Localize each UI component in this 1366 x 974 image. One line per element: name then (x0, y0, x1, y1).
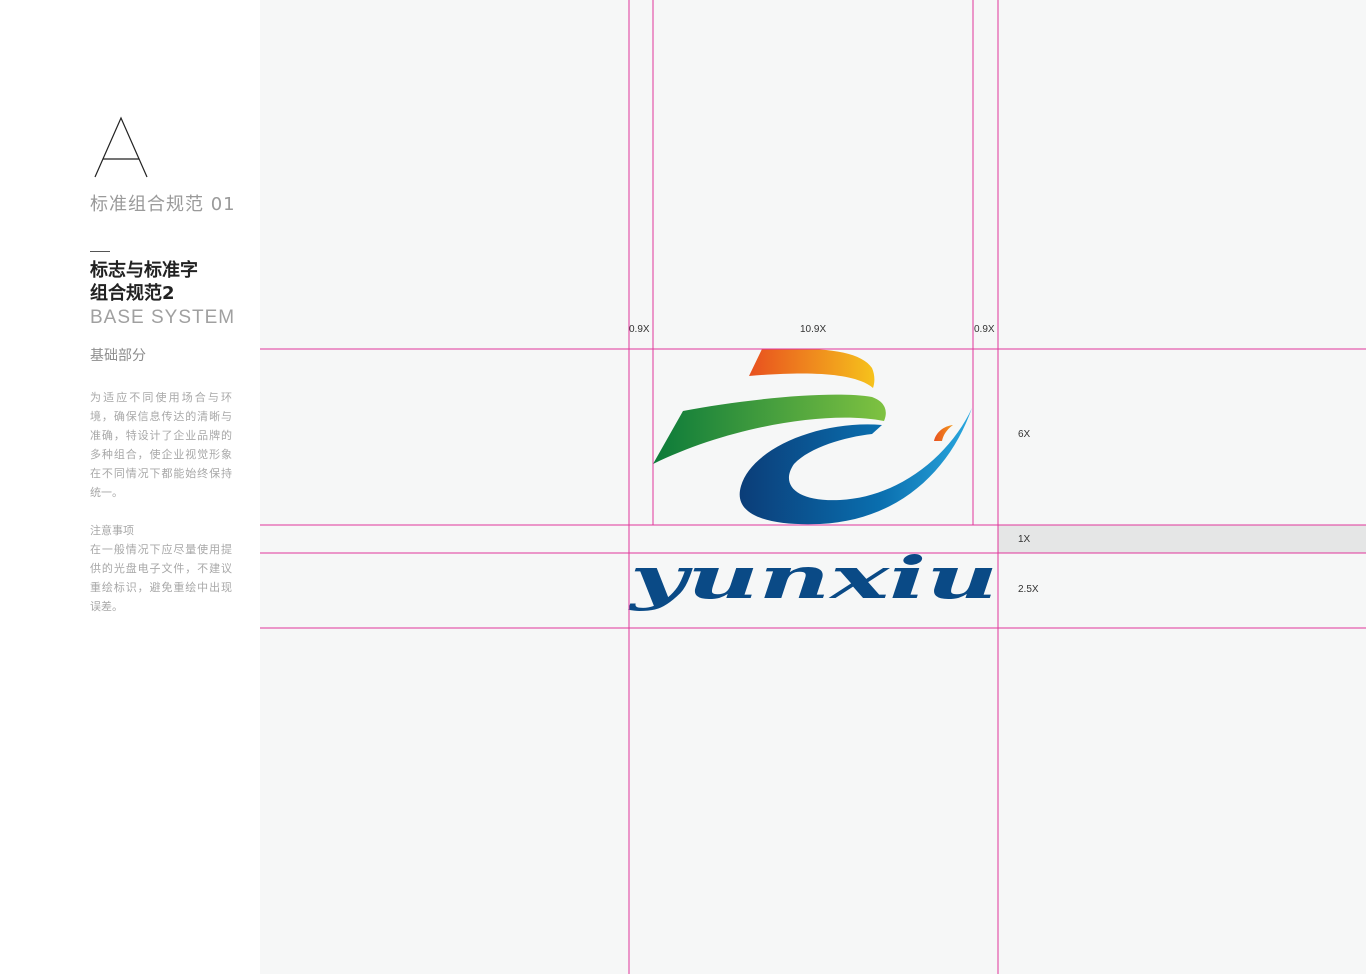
dim-logo-width: 10.9X (800, 324, 826, 335)
notes-body: 在一般情况下应尽量使用提供的光盘电子文件，不建议重绘标识，避免重绘中出现误差。 (90, 543, 232, 613)
layout-diagram: yunxiu 0.9X 10.9X 0.9X 6X 1X 2.5X (260, 0, 1366, 974)
description-text: 为适应不同使用场合与环境，确保信息传达的清晰与准确，特设计了企业品牌的多种组合，… (90, 391, 232, 499)
logo-orange-stroke (749, 348, 875, 388)
divider (90, 251, 110, 252)
dim-right-margin: 0.9X (974, 324, 995, 335)
part-label: 基础部分 (90, 348, 146, 364)
notes-title: 注意事项 (90, 524, 134, 537)
diagram-svg: yunxiu 0.9X 10.9X 0.9X 6X 1X 2.5X (260, 0, 1366, 974)
logo-symbol (653, 348, 972, 525)
section-letter-a (94, 116, 148, 178)
heading-line-1: 标志与标准字 (90, 260, 198, 281)
logo-blue-swoosh (739, 408, 972, 525)
dim-wordmark-height: 2.5X (1018, 584, 1039, 595)
page-heading: 标志与标准字 组合规范2 (90, 259, 198, 305)
notes: 注意事项 在一般情况下应尽量使用提供的光盘电子文件，不建议重绘标识，避免重绘中出… (90, 521, 232, 616)
dim-left-margin: 0.9X (629, 324, 650, 335)
wordmark: yunxiu (627, 544, 998, 612)
sidebar: 标准组合规范 01 标志与标准字 组合规范2 BASE SYSTEM 基础部分 … (0, 0, 260, 974)
dim-logo-height: 6X (1018, 429, 1031, 440)
english-title: BASE SYSTEM (90, 307, 236, 328)
gap-band (998, 525, 1366, 553)
section-title: 标准组合规范 01 (90, 194, 236, 215)
dim-gap: 1X (1018, 534, 1031, 545)
heading-line-2: 组合规范2 (90, 283, 175, 304)
logo-orange-dot (934, 425, 953, 441)
